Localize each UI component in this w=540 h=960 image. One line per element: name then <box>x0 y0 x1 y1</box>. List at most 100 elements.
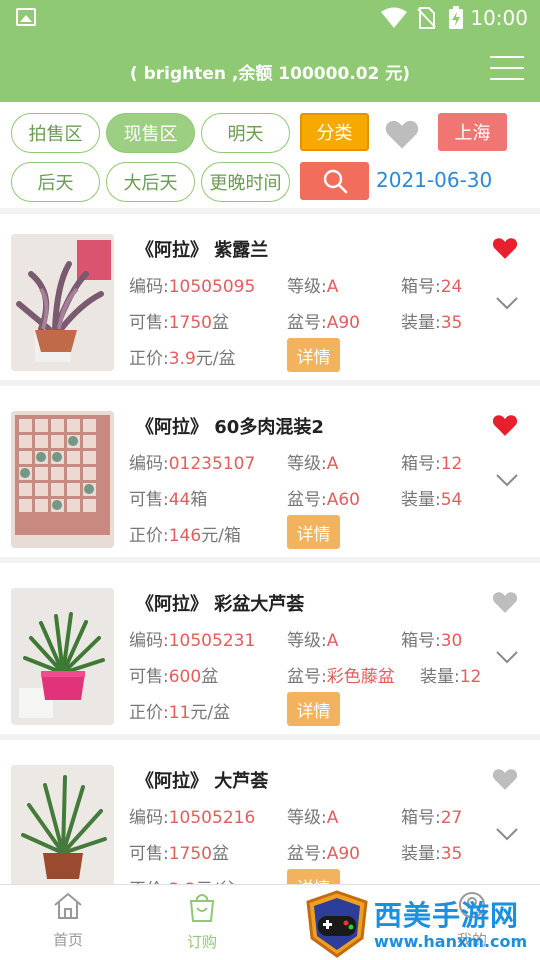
pack-value: 35 <box>440 844 463 864</box>
category-button[interactable]: 分类 <box>300 113 369 151</box>
chip-auction-zone[interactable]: 拍售区 <box>11 113 100 153</box>
favorite-heart-icon[interactable] <box>492 590 518 614</box>
chip-tomorrow[interactable]: 明天 <box>201 113 290 153</box>
pot-row: 盆号:彩色藤盆 <box>287 667 395 687</box>
grade-value: A <box>326 277 339 297</box>
favorites-heart-icon[interactable] <box>384 118 420 150</box>
city-selector-button[interactable]: 上海 <box>438 113 507 151</box>
product-card[interactable]: 《阿拉》 60多肉混装2 编码:01235107 等级:A 箱号:12 可售:4… <box>0 391 540 563</box>
product-thumbnail[interactable] <box>11 234 114 371</box>
chip-two-days-later[interactable]: 大后天 <box>106 162 195 202</box>
gamepad-shield-logo-icon <box>306 890 368 958</box>
account-balance-title: ( brighten ,余额 100000.02 元) <box>129 64 411 84</box>
pot-row: 盆号:A60 <box>287 490 360 510</box>
pack-value: 35 <box>440 313 463 333</box>
product-card[interactable]: 《阿拉》 紫露兰 编码:10505095 等级:A 箱号:24 可售:1750盆… <box>0 214 540 386</box>
grade-value: A <box>326 631 339 651</box>
available-value: 1750 <box>168 844 212 864</box>
available-value: 600 <box>168 667 202 687</box>
site-watermark: 西美手游网 www.hanxm.com <box>300 888 540 960</box>
favorite-heart-icon[interactable] <box>492 767 518 791</box>
product-card[interactable]: 《阿拉》 彩盆大芦荟 编码:10505231 等级:A 箱号:30 可售:600… <box>0 568 540 740</box>
product-card[interactable]: 《阿拉》 大芦荟 编码:10505216 等级:A 箱号:27 可售:1750盆… <box>0 745 540 895</box>
image-notification-icon <box>16 8 36 26</box>
product-thumbnail[interactable] <box>11 765 114 895</box>
chevron-down-icon[interactable] <box>496 650 518 664</box>
nav-order[interactable]: 订购 <box>162 891 242 952</box>
detail-button[interactable]: 详情 <box>287 515 340 549</box>
detail-button[interactable]: 详情 <box>287 692 340 726</box>
code-value: 10505231 <box>168 631 256 651</box>
app-header: ( brighten ,余额 100000.02 元) <box>0 36 540 102</box>
chevron-down-icon[interactable] <box>496 296 518 310</box>
battery-charging-icon <box>449 6 463 29</box>
chip-spot-zone[interactable]: 现售区 <box>106 113 195 153</box>
product-thumbnail[interactable] <box>11 411 114 548</box>
no-sim-icon <box>417 7 436 29</box>
box-row: 箱号:24 <box>401 277 463 297</box>
pack-row: 装量:12 <box>420 667 482 687</box>
available-row: 可售:44箱 <box>129 490 208 510</box>
code-row: 编码:10505095 <box>129 277 256 297</box>
box-value: 30 <box>440 631 463 651</box>
code-value: 10505216 <box>168 808 256 828</box>
box-row: 箱号:27 <box>401 808 463 828</box>
status-bar: 10:00 <box>0 0 540 36</box>
pot-value: A90 <box>326 844 360 864</box>
code-value: 10505095 <box>168 277 256 297</box>
nav-home-label: 首页 <box>52 931 83 949</box>
pot-row: 盆号:A90 <box>287 313 360 333</box>
product-name: 《阿拉》 彩盆大芦荟 <box>136 594 305 615</box>
status-time: 10:00 <box>470 6 528 30</box>
box-value: 12 <box>440 454 463 474</box>
grade-row: 等级:A <box>287 277 339 297</box>
search-icon <box>323 169 347 194</box>
pack-row: 装量:35 <box>401 844 463 864</box>
grade-row: 等级:A <box>287 454 339 474</box>
grade-value: A <box>326 454 339 474</box>
grade-value: A <box>326 808 339 828</box>
pot-row: 盆号:A90 <box>287 844 360 864</box>
code-row: 编码:01235107 <box>129 454 256 474</box>
box-value: 27 <box>440 808 463 828</box>
menu-icon[interactable] <box>490 56 524 82</box>
box-row: 箱号:12 <box>401 454 463 474</box>
chip-later-time[interactable]: 更晚时间 <box>201 162 290 202</box>
shopping-bag-icon <box>189 894 215 922</box>
pot-value: A60 <box>326 490 360 510</box>
search-button[interactable] <box>300 162 369 200</box>
code-row: 编码:10505231 <box>129 631 256 651</box>
grade-row: 等级:A <box>287 808 339 828</box>
pack-value: 54 <box>440 490 463 510</box>
filter-panel: 拍售区 现售区 明天 后天 大后天 更晚时间 分类 上海 2021-06-30 <box>0 102 540 214</box>
selected-date[interactable]: 2021-06-30 <box>376 168 492 192</box>
detail-button[interactable]: 详情 <box>287 338 340 372</box>
product-name: 《阿拉》 60多肉混装2 <box>136 417 324 438</box>
pack-row: 装量:35 <box>401 313 463 333</box>
available-row: 可售:1750盆 <box>129 313 229 333</box>
favorite-heart-icon[interactable] <box>492 236 518 260</box>
chevron-down-icon[interactable] <box>496 473 518 487</box>
chip-day-after-tomorrow[interactable]: 后天 <box>11 162 100 202</box>
home-icon <box>54 892 82 919</box>
watermark-url: www.hanxm.com <box>374 932 528 951</box>
pack-value: 12 <box>459 667 482 687</box>
nav-order-label: 订购 <box>186 933 217 951</box>
pack-row: 装量:54 <box>401 490 463 510</box>
price-row: 正价:146元/箱 <box>129 526 241 546</box>
available-row: 可售:1750盆 <box>129 844 229 864</box>
product-name: 《阿拉》 紫露兰 <box>136 240 269 261</box>
nav-home[interactable]: 首页 <box>28 891 108 950</box>
available-value: 1750 <box>168 313 212 333</box>
box-row: 箱号:30 <box>401 631 463 651</box>
chevron-down-icon[interactable] <box>496 827 518 841</box>
favorite-heart-icon[interactable] <box>492 413 518 437</box>
grade-row: 等级:A <box>287 631 339 651</box>
product-name: 《阿拉》 大芦荟 <box>136 771 269 792</box>
price-row: 正价:11元/盆 <box>129 703 231 723</box>
box-value: 24 <box>440 277 463 297</box>
price-value: 146 <box>168 526 202 546</box>
available-row: 可售:600盆 <box>129 667 219 687</box>
product-thumbnail[interactable] <box>11 588 114 725</box>
price-value: 11 <box>168 703 191 723</box>
